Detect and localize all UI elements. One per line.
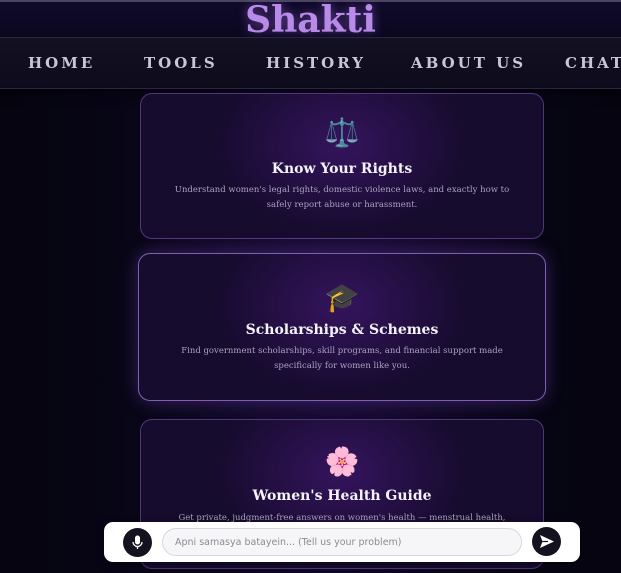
brand-logo[interactable]: Shakti: [0, 0, 621, 40]
page: Shakti HOME TOOLS HISTORY ABOUT US CHATI…: [0, 0, 621, 573]
microphone-icon: [132, 535, 143, 549]
scales-icon: ⚖️: [324, 116, 360, 149]
card-title: Women's Health Guide: [252, 488, 432, 504]
mic-button[interactable]: [123, 528, 152, 557]
graduation-cap-icon: 🎓: [324, 281, 360, 314]
main-nav: HOME TOOLS HISTORY ABOUT US CHATI: [0, 37, 621, 89]
nav-chat[interactable]: CHATI: [565, 38, 621, 88]
card-know-your-rights[interactable]: ⚖️ Know Your Rights Understand women's l…: [140, 93, 544, 239]
chat-bar: [104, 522, 580, 562]
nav-home[interactable]: HOME: [28, 38, 95, 88]
chat-input[interactable]: [162, 528, 522, 556]
card-scholarships-schemes[interactable]: 🎓 Scholarships & Schemes Find government…: [138, 253, 546, 401]
card-title: Know Your Rights: [271, 161, 413, 177]
cherry-blossom-icon: 🌸: [324, 445, 360, 478]
send-button[interactable]: [532, 527, 561, 556]
send-icon: [540, 535, 554, 548]
card-description: Find government scholarships, skill prog…: [181, 346, 503, 371]
nav-history[interactable]: HISTORY: [266, 38, 366, 88]
nav-about-us[interactable]: ABOUT US: [411, 38, 526, 88]
card-description: Understand women's legal rights, domesti…: [174, 185, 510, 210]
nav-tools[interactable]: TOOLS: [144, 38, 218, 88]
card-title: Scholarships & Schemes: [245, 322, 439, 338]
